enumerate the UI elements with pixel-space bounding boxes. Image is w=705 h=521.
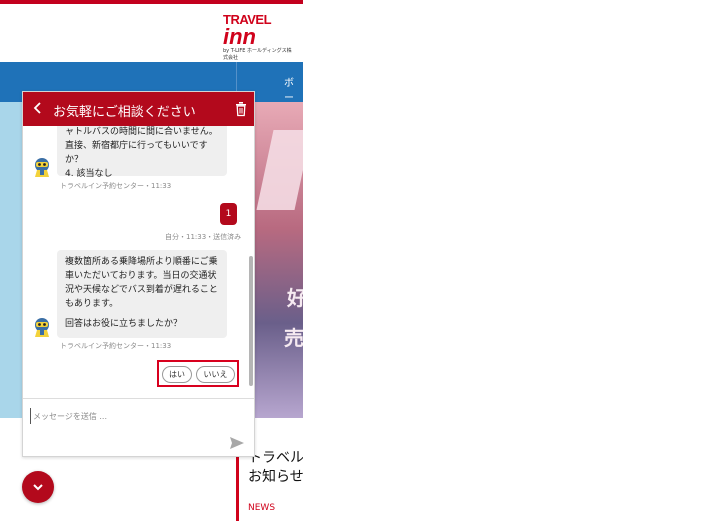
chat-header: お気軽にご相談ください	[23, 92, 254, 126]
site-top-accent	[0, 0, 303, 4]
chevron-left-icon[interactable]	[31, 100, 45, 116]
message-line: ャトルバスの時間に間に合いません。	[65, 127, 218, 137]
nav-item[interactable]: ボー	[284, 74, 303, 104]
trash-icon[interactable]	[234, 101, 248, 117]
message-line: 直接、新宿都庁に行ってもいいです	[65, 141, 208, 151]
chat-title: お気軽にご相談ください	[53, 105, 196, 120]
message-line: 回答はお役に立ちましたか？	[65, 319, 183, 329]
agent-message-bubble: ャトルバスの時間に間に合いません。 直接、新宿都庁に行ってもいいです か？ 4.…	[57, 126, 227, 179]
message-line: もあります。	[65, 299, 119, 309]
news-title-line-2: お知らせ	[248, 469, 303, 485]
message-line: 4. 該当なし	[65, 169, 113, 179]
news-label[interactable]: NEWS	[248, 503, 275, 513]
user-message-bubble: 1	[220, 203, 237, 225]
hero-text-1: 好	[287, 286, 303, 310]
chat-input-area	[23, 398, 254, 456]
chat-scrollbar-thumb[interactable]	[249, 256, 253, 386]
message-meta: トラベルイン予約センター・11:33	[60, 182, 172, 190]
chat-minimize-button[interactable]	[22, 471, 54, 503]
logo-big-text: inn	[223, 24, 256, 49]
quick-reply-no-button[interactable]: いいえ	[196, 366, 235, 383]
bot-avatar-icon	[31, 156, 53, 178]
travel-inn-logo[interactable]: TRAVEL inn by T-LIFE ホールディングス株式会社	[223, 12, 293, 61]
message-meta: 自分・11:33・送信済み	[165, 233, 242, 241]
message-line: か？	[65, 155, 84, 165]
chat-message-list[interactable]: ャトルバスの時間に間に合いません。 直接、新宿都庁に行ってもいいです か？ 4.…	[23, 126, 254, 398]
send-icon[interactable]	[229, 435, 245, 449]
news-title-line-1: トラベル	[248, 450, 303, 466]
message-input[interactable]	[30, 408, 220, 424]
message-line: 複数箇所ある乗降場所より順番にご乗	[65, 257, 218, 267]
quick-reply-yes-button[interactable]: はい	[162, 366, 192, 383]
hero-text-2: 売	[284, 326, 303, 350]
agent-message-bubble: 複数箇所ある乗降場所より順番にご乗 車いただいております。当日の交通状 況や天候…	[57, 250, 227, 338]
message-line: 況や天候などでバス到着が遅れること	[65, 285, 218, 295]
message-line: 車いただいております。当日の交通状	[65, 271, 217, 281]
quick-reply-group: はい いいえ	[157, 360, 239, 387]
news-section-title: トラベル お知らせ	[248, 449, 303, 487]
chat-widget: お気軽にご相談ください ャトルバスの時間に間に合いません。 直接、新宿都庁に行っ…	[22, 91, 255, 457]
chevron-down-icon	[33, 484, 43, 491]
bot-avatar-icon	[31, 316, 53, 338]
message-meta: トラベルイン予約センター・11:33	[60, 342, 172, 350]
logo-sub-text: by T-LIFE ホールディングス株式会社	[223, 48, 292, 61]
